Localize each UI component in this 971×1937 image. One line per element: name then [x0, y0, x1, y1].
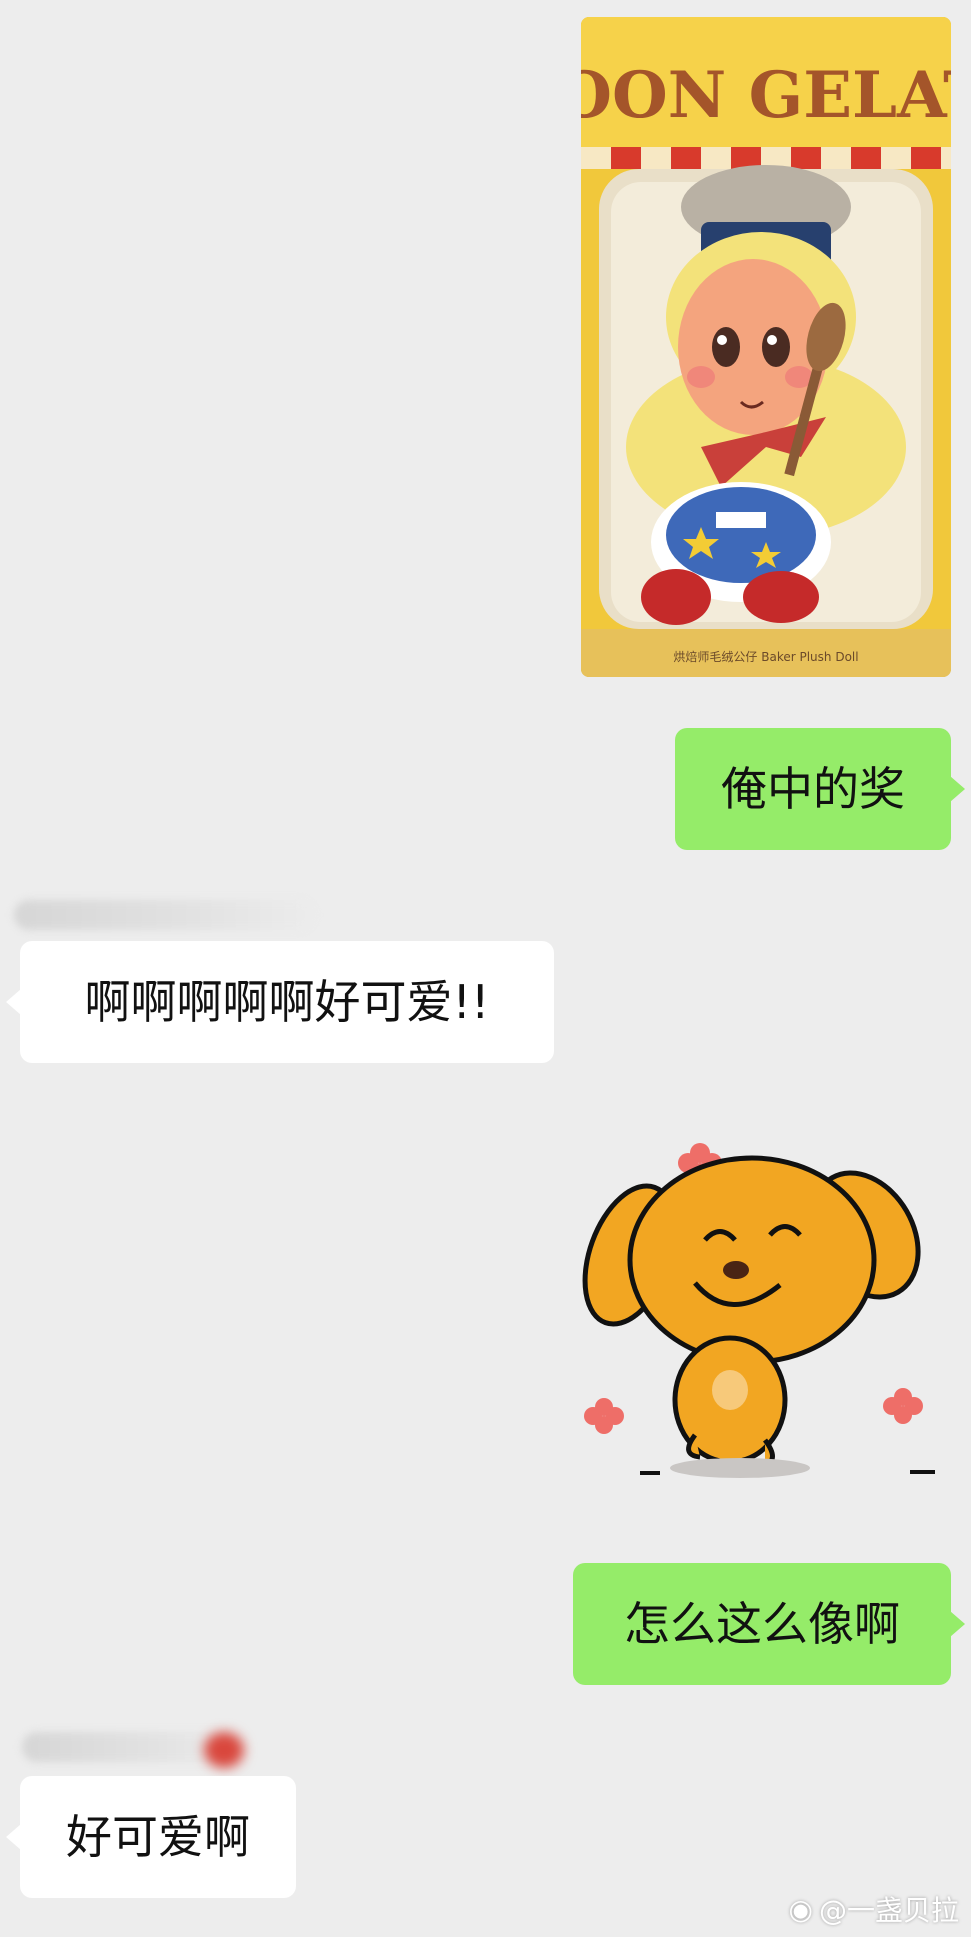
photo-message[interactable]: MOON GELATO — [581, 17, 951, 677]
dog-sticker — [582, 1143, 935, 1478]
box-title-text: MOON GELATO — [581, 58, 951, 133]
outgoing-message[interactable]: 怎么这么像啊 — [573, 1563, 965, 1685]
watermark: ◉ @一盏贝拉 — [789, 1889, 959, 1929]
sender-avatar-blurred — [204, 1732, 244, 1768]
bubble-tail — [950, 1611, 965, 1637]
bubble-tail — [950, 776, 965, 802]
message-text: 俺中的奖 — [721, 762, 905, 816]
watermark-text: @一盏贝拉 — [818, 1894, 959, 1927]
message-text: 怎么这么像啊 — [624, 1597, 900, 1651]
bubble-tail — [6, 1824, 21, 1850]
plush-box-photo: MOON GELATO — [581, 17, 951, 677]
sticker-message[interactable] — [580, 1125, 955, 1490]
weibo-icon: ◉ — [788, 1892, 813, 1926]
incoming-message[interactable]: 啊啊啊啊啊好可爱!! — [6, 941, 554, 1063]
sender-name-blurred — [14, 900, 314, 930]
message-text: 好可爱啊 — [66, 1810, 250, 1864]
incoming-message[interactable]: 好可爱啊 — [6, 1776, 296, 1898]
message-text: 啊啊啊啊啊好可爱!! — [84, 975, 490, 1029]
bubble-tail — [6, 989, 21, 1015]
box-caption-text: 烘焙师毛绒公仔 Baker Plush Doll — [673, 649, 858, 664]
outgoing-message[interactable]: 俺中的奖 — [675, 728, 965, 850]
